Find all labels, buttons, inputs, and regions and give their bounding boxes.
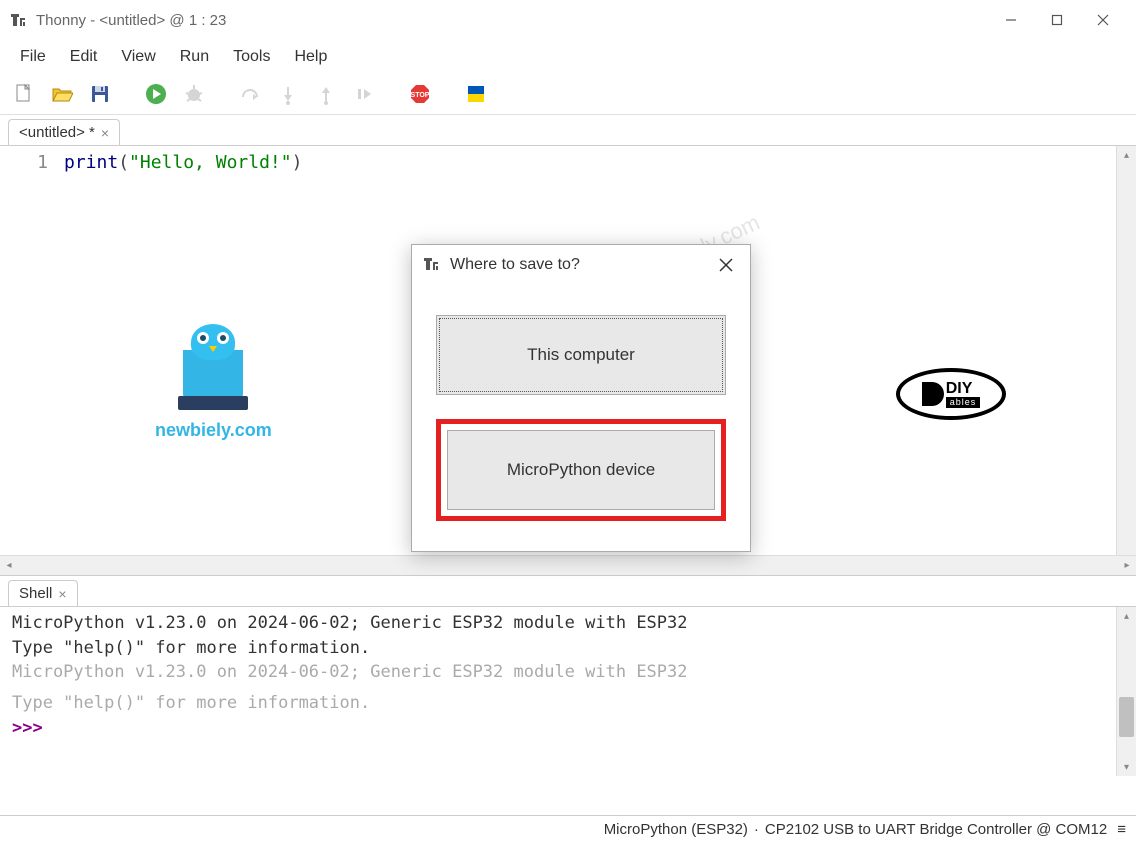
menu-help[interactable]: Help [282,44,339,70]
watermark-text: newbiely.com [155,420,272,441]
shell-vscrollbar[interactable]: ▴ ▾ [1116,607,1136,776]
dialog-title: Where to save to? [450,256,714,274]
scroll-left-icon[interactable]: ◂ [0,556,18,576]
step-into-icon[interactable] [274,80,302,108]
code-token-paren: ) [292,152,303,173]
flag-icon[interactable] [462,80,490,108]
editor-vscrollbar[interactable]: ▴ [1116,146,1136,555]
editor-tab[interactable]: <untitled> * × [8,119,120,145]
code-token-fn: print [64,152,118,173]
app-icon [10,11,28,29]
status-interpreter[interactable]: MicroPython (ESP32) [604,821,748,838]
stop-icon[interactable]: STOP [406,80,434,108]
micropython-device-button[interactable]: MicroPython device [447,430,715,510]
debug-icon[interactable] [180,80,208,108]
step-out-icon[interactable] [312,80,340,108]
status-separator: · [754,821,759,838]
editor-tab-close-icon[interactable]: × [101,125,109,141]
line-gutter: 1 [0,146,60,555]
dialog-titlebar: Where to save to? [412,245,750,285]
menu-edit[interactable]: Edit [58,44,110,70]
owl-icon [183,350,243,400]
resume-icon[interactable] [350,80,378,108]
window-controls [988,4,1126,36]
window-title: Thonny - <untitled> @ 1 : 23 [36,12,988,29]
scroll-right-icon[interactable]: ▸ [1118,556,1136,576]
menu-tools[interactable]: Tools [221,44,282,70]
menu-file[interactable]: File [8,44,58,70]
shell: MicroPython v1.23.0 on 2024-06-02; Gener… [0,606,1136,776]
shell-line: Type "help()" for more information. [12,636,1104,661]
menubar: File Edit View Run Tools Help [0,40,1136,74]
editor-hscrollbar[interactable]: ◂ ▸ [0,555,1136,575]
shell-prompt: >>> [12,716,1104,741]
line-number: 1 [0,152,48,173]
this-computer-button[interactable]: This computer [436,315,726,395]
scroll-down-icon[interactable]: ▾ [1117,758,1136,776]
shell-tab[interactable]: Shell × [8,580,78,606]
shell-output[interactable]: MicroPython v1.23.0 on 2024-06-02; Gener… [0,607,1116,776]
status-port[interactable]: CP2102 USB to UART Bridge Controller @ C… [765,821,1107,838]
toolbar: STOP [0,74,1136,115]
titlebar: Thonny - <untitled> @ 1 : 23 [0,0,1136,40]
scroll-up-icon[interactable]: ▴ [1117,146,1136,164]
new-file-icon[interactable] [10,80,38,108]
editor-tabs: <untitled> * × [0,115,1136,145]
diy-text: DIY [946,381,981,397]
step-over-icon[interactable] [236,80,264,108]
code-token-string: "Hello, World!" [129,152,292,173]
diy-subtext: ables [946,397,981,408]
shell-tab-label: Shell [19,585,52,602]
shell-tabs: Shell × [0,575,1136,606]
minimize-button[interactable] [988,4,1034,36]
shell-line: Type "help()" for more information. [12,691,1104,716]
dialog-app-icon [424,256,442,274]
watermark-newbiely: newbiely.com [155,350,272,441]
run-icon[interactable] [142,80,170,108]
menu-view[interactable]: View [109,44,167,70]
maximize-button[interactable] [1034,4,1080,36]
save-file-icon[interactable] [86,80,114,108]
shell-line: MicroPython v1.23.0 on 2024-06-02; Gener… [12,660,1104,685]
open-file-icon[interactable] [48,80,76,108]
editor-tab-label: <untitled> * [19,124,95,141]
statusbar: MicroPython (ESP32) · CP2102 USB to UART… [0,815,1136,843]
save-location-dialog: Where to save to? This computer MicroPyt… [411,244,751,552]
menu-run[interactable]: Run [168,44,221,70]
highlight-annotation: MicroPython device [436,419,726,521]
dialog-body: This computer MicroPython device [412,285,750,551]
dialog-close-button[interactable] [714,253,738,277]
scroll-up-icon[interactable]: ▴ [1117,607,1136,625]
svg-text:STOP: STOP [411,92,430,99]
watermark-diyables: DIY ables [896,368,1006,420]
code-token-paren: ( [118,152,129,173]
scroll-thumb[interactable] [1119,697,1134,737]
status-menu-icon[interactable]: ≡ [1117,821,1126,838]
shell-line: MicroPython v1.23.0 on 2024-06-02; Gener… [12,611,1104,636]
close-button[interactable] [1080,4,1126,36]
shell-tab-close-icon[interactable]: × [58,586,66,602]
